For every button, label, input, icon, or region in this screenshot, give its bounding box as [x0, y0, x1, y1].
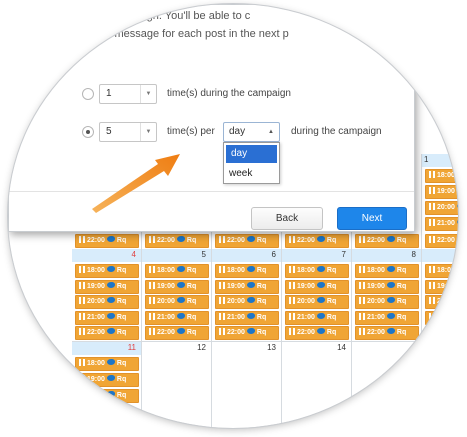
magnifier-lens: 1 4 5 6 7 8 11 12 13 14 22:00 Rq 22:00 R…	[8, 4, 458, 428]
screenshot-scene: 1 4 5 6 7 8 11 12 13 14 22:00 Rq 22:00 R…	[0, 0, 467, 437]
annotation-arrow	[92, 154, 180, 213]
arrow-shaft	[92, 154, 180, 213]
